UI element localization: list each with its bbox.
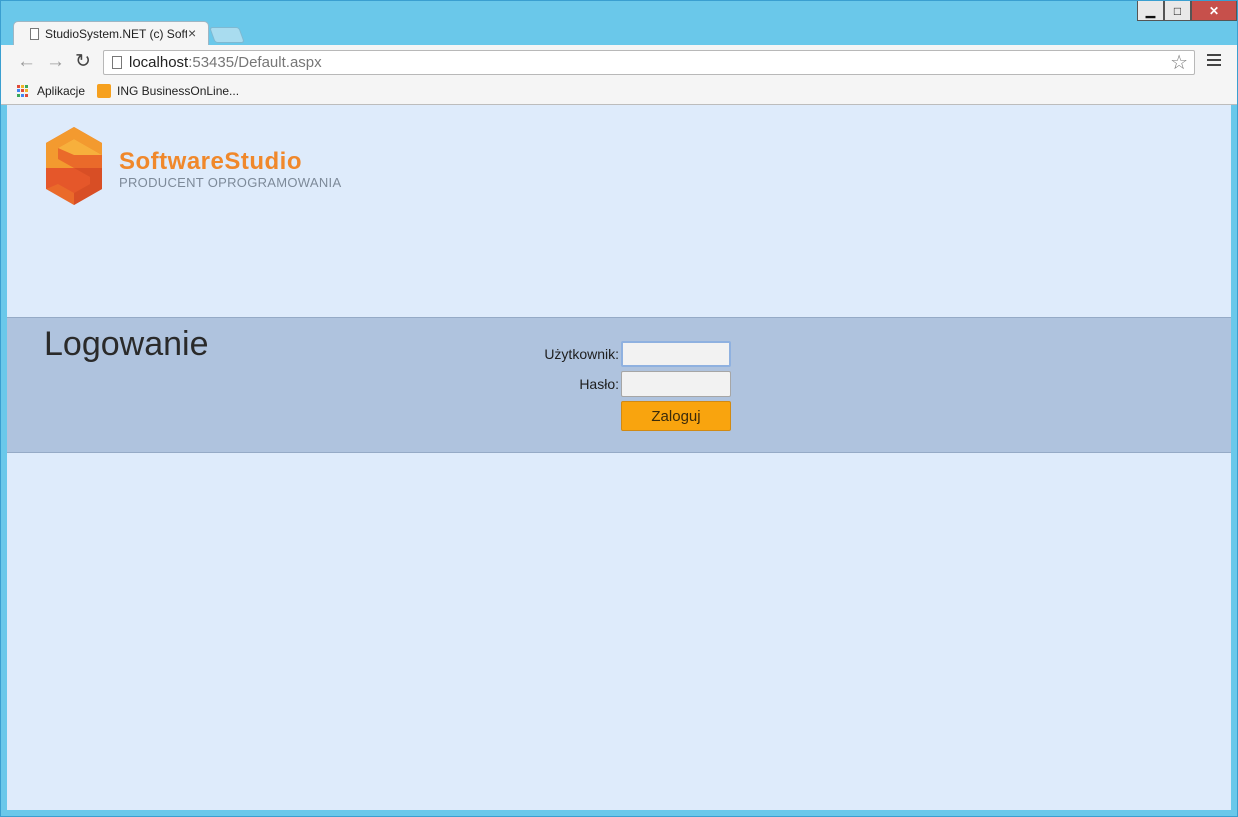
minimize-button[interactable]: ▁ (1137, 1, 1164, 21)
bookmark-star-icon[interactable]: ☆ (1170, 51, 1188, 75)
username-label: Użytkownik: (544, 346, 619, 362)
page-viewport: SoftwareStudio PRODUCENT OPROGRAMOWANIA … (7, 105, 1231, 810)
login-panel: Logowanie Użytkownik: Hasło: Zaloguj (7, 317, 1231, 453)
url-host: localhost (129, 54, 189, 71)
login-button[interactable]: Zaloguj (621, 401, 731, 431)
menu-icon[interactable] (1207, 54, 1221, 69)
browser-tab[interactable]: StudioSystem.NET (c) Soft × (13, 21, 209, 46)
reload-icon[interactable]: ↻ (75, 52, 91, 72)
page-info-icon[interactable] (112, 56, 122, 69)
window-controls: ▁ □ ✕ (1137, 1, 1237, 23)
tab-title: StudioSystem.NET (c) Soft (45, 27, 187, 41)
bookmarks-bar: Aplikacje ING BusinessOnLine... (1, 80, 1237, 105)
address-bar[interactable]: localhost:53435/Default.aspx ☆ (103, 50, 1195, 75)
browser-window: StudioSystem.NET (c) Soft × ▁ □ ✕ ← → ↻ … (0, 0, 1238, 817)
close-icon: ✕ (1208, 3, 1220, 18)
minimize-icon: ▁ (1145, 3, 1156, 18)
username-row: Użytkownik: (539, 341, 731, 367)
apps-grid-icon (17, 85, 29, 97)
tab-close-icon[interactable]: × (188, 25, 196, 41)
new-tab-button[interactable] (209, 27, 245, 43)
hexagon-s-logo-icon (46, 127, 102, 205)
bookmark-label: ING BusinessOnLine... (117, 84, 240, 98)
bookmark-apps[interactable]: Aplikacje (17, 84, 85, 98)
tab-strip: StudioSystem.NET (c) Soft × ▁ □ ✕ (1, 1, 1237, 46)
close-button[interactable]: ✕ (1191, 1, 1237, 21)
bookmark-label: Aplikacje (37, 84, 86, 98)
password-input[interactable] (621, 371, 731, 397)
bookmark-ing[interactable]: ING BusinessOnLine... (97, 84, 239, 98)
password-label: Hasło: (579, 376, 619, 392)
back-icon[interactable]: ← (17, 52, 36, 72)
logo-tagline: PRODUCENT OPROGRAMOWANIA (119, 175, 342, 190)
browser-toolbar: ← → ↻ localhost:53435/Default.aspx ☆ (1, 45, 1237, 80)
page-icon (30, 28, 39, 40)
url-path: :53435/Default.aspx (188, 54, 322, 71)
username-input[interactable] (621, 341, 731, 367)
ing-icon (97, 84, 111, 98)
maximize-icon: □ (1173, 3, 1182, 18)
logo-wordmark: SoftwareStudio PRODUCENT OPROGRAMOWANIA (119, 148, 342, 191)
page-title: Logowanie (44, 325, 209, 363)
maximize-button[interactable]: □ (1164, 1, 1191, 21)
logo-name: SoftwareStudio (119, 148, 303, 175)
url-text: localhost:53435/Default.aspx (129, 54, 322, 71)
forward-icon[interactable]: → (46, 52, 65, 72)
password-row: Hasło: (539, 371, 731, 397)
company-logo: SoftwareStudio PRODUCENT OPROGRAMOWANIA (44, 125, 341, 212)
